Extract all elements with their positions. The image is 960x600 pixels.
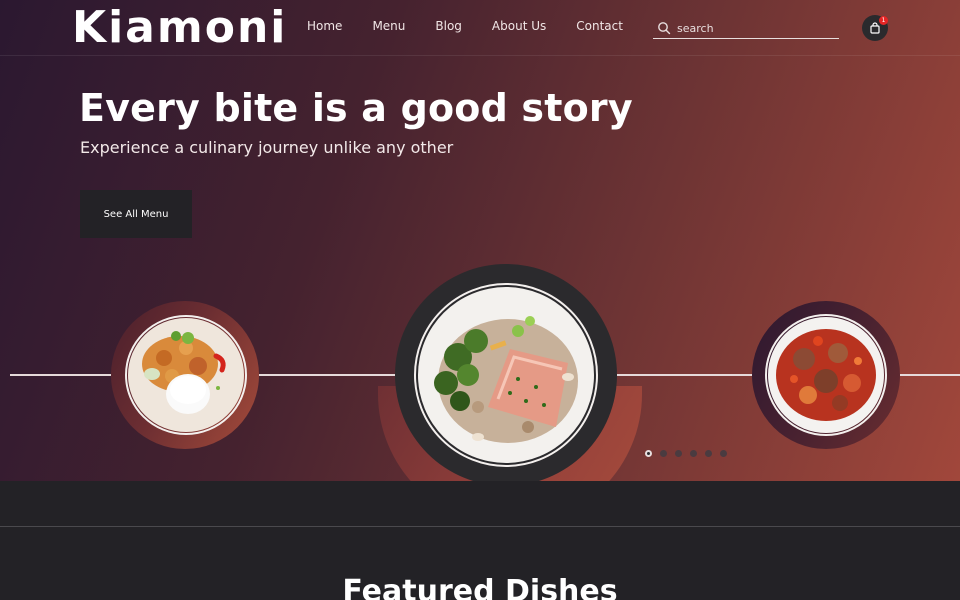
salmon-with-broccoli-dish-icon [418,287,594,463]
shopping-bag-icon [870,22,880,34]
carousel-dot[interactable] [660,450,667,457]
carousel-dot[interactable] [690,450,697,457]
nav-menu-link[interactable]: Menu [372,19,405,33]
rice-and-curry-dish-icon [128,318,244,432]
search-bar [653,18,839,39]
carousel-dot[interactable] [645,450,652,457]
hero-section: Kiamoni Home Menu Blog About Us Contact … [0,0,960,481]
carousel-dot[interactable] [705,450,712,457]
carousel-track-line [617,374,753,376]
nav-home-link[interactable]: Home [307,19,342,33]
rice-and-curry-dish-image[interactable] [128,318,244,432]
section-divider [0,526,960,527]
search-input[interactable] [677,21,827,35]
see-all-menu-button[interactable]: See All Menu [80,190,192,238]
top-navbar: Kiamoni Home Menu Blog About Us Contact … [0,0,960,56]
tomato-stew-dish-icon [768,317,884,433]
carousel-dot[interactable] [720,450,727,457]
carousel-dot[interactable] [675,450,682,457]
nav-contact-link[interactable]: Contact [576,19,623,33]
salmon-with-broccoli-dish-image[interactable] [418,287,594,463]
brand-logo[interactable]: Kiamoni [72,2,287,53]
nav-blog-link[interactable]: Blog [435,19,462,33]
carousel-pagination [645,450,735,457]
featured-dishes-heading: Featured Dishes [342,574,618,600]
carousel-track-line [259,374,397,376]
tomato-stew-dish-image[interactable] [768,317,884,433]
carousel-track-line [900,374,960,376]
cart-button[interactable]: 1 [862,15,888,41]
nav-about-link[interactable]: About Us [492,19,546,33]
hero-subtitle: Experience a culinary journey unlike any… [80,138,454,157]
nav-links: Home Menu Blog About Us Contact [307,19,653,33]
cart-count-badge: 1 [879,16,888,25]
search-icon[interactable] [657,21,671,35]
carousel-track-line [10,374,112,376]
hero-title: Every bite is a good story [79,86,633,130]
